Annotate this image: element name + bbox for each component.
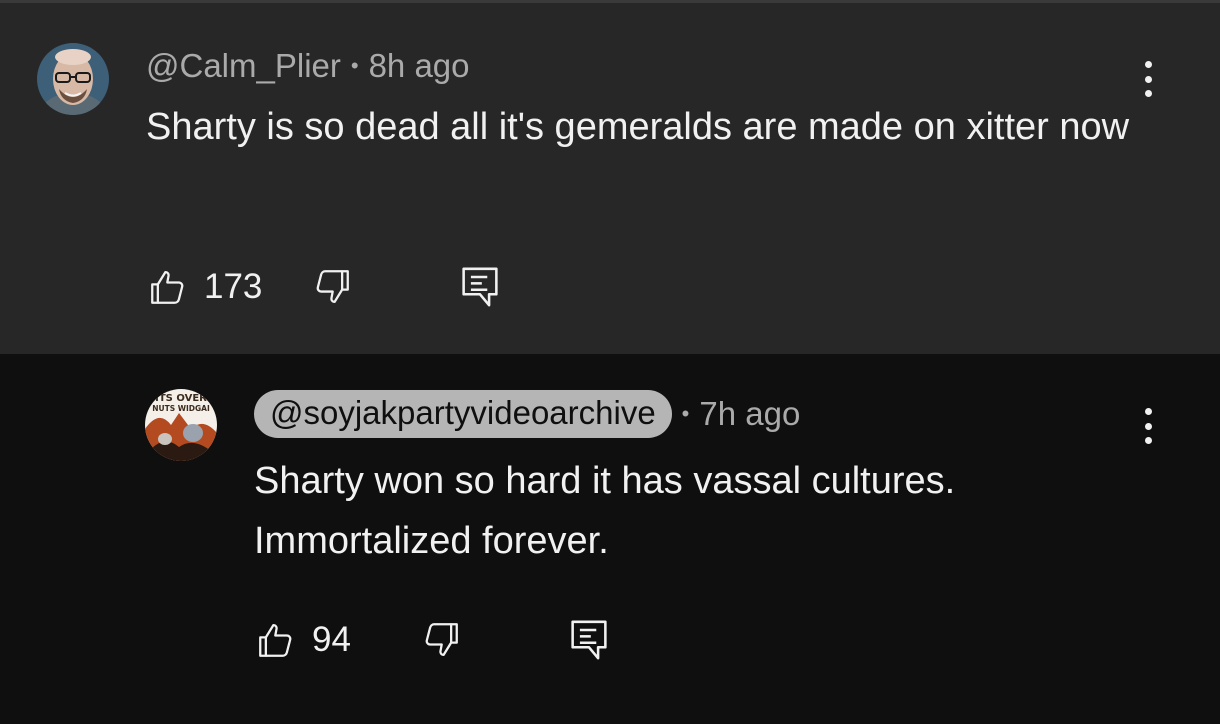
comment-timestamp[interactable]: 7h ago [699, 395, 800, 433]
thumbs-down-icon[interactable] [419, 618, 463, 662]
comment-actions: 94 [254, 616, 611, 664]
comment-timestamp[interactable]: 8h ago [369, 47, 470, 85]
thumbs-down-icon[interactable] [310, 265, 354, 309]
comment-parent: @Calm_Plier • 8h ago Sharty is so dead a… [0, 0, 1220, 354]
comment-text-line: Sharty won so hard it has vassal culture… [254, 460, 956, 502]
comment-meta: @soyjakpartyvideoarchive • 7h ago [254, 390, 800, 438]
more-vertical-icon[interactable] [1133, 404, 1163, 448]
comment-meta: @Calm_Plier • 8h ago [146, 47, 470, 85]
avatar-caption-top: ITS OVER [155, 393, 207, 404]
reply-comment-icon[interactable] [567, 618, 611, 662]
avatar-caption-bottom: NUTS WIDGAI [152, 404, 210, 413]
comment-author-handle-chip[interactable]: @soyjakpartyvideoarchive [254, 390, 672, 438]
more-vertical-icon[interactable] [1133, 57, 1163, 101]
like-count: 173 [204, 267, 263, 306]
thumbs-up-icon[interactable] [254, 618, 298, 662]
thumbs-up-icon[interactable] [146, 265, 190, 309]
comment-text-line: Immortalized forever. [254, 520, 609, 562]
comment-reply: ITS OVER NUTS WIDGAI @soyjakpartyvideoar… [0, 354, 1220, 724]
like-count: 94 [312, 620, 351, 659]
meta-separator: • [350, 53, 359, 78]
meta-separator: • [681, 401, 690, 426]
comment-actions: 173 [146, 263, 502, 311]
comment-text: Sharty won so hard it has vassal culture… [254, 451, 1154, 571]
comment-author-handle[interactable]: @Calm_Plier [146, 47, 341, 85]
reply-comment-icon[interactable] [458, 265, 502, 309]
comment-text: Sharty is so dead all it's gemeralds are… [146, 106, 1130, 148]
avatar[interactable] [37, 43, 109, 115]
comments-thread: @Calm_Plier • 8h ago Sharty is so dead a… [0, 0, 1220, 724]
avatar[interactable]: ITS OVER NUTS WIDGAI [145, 389, 217, 461]
